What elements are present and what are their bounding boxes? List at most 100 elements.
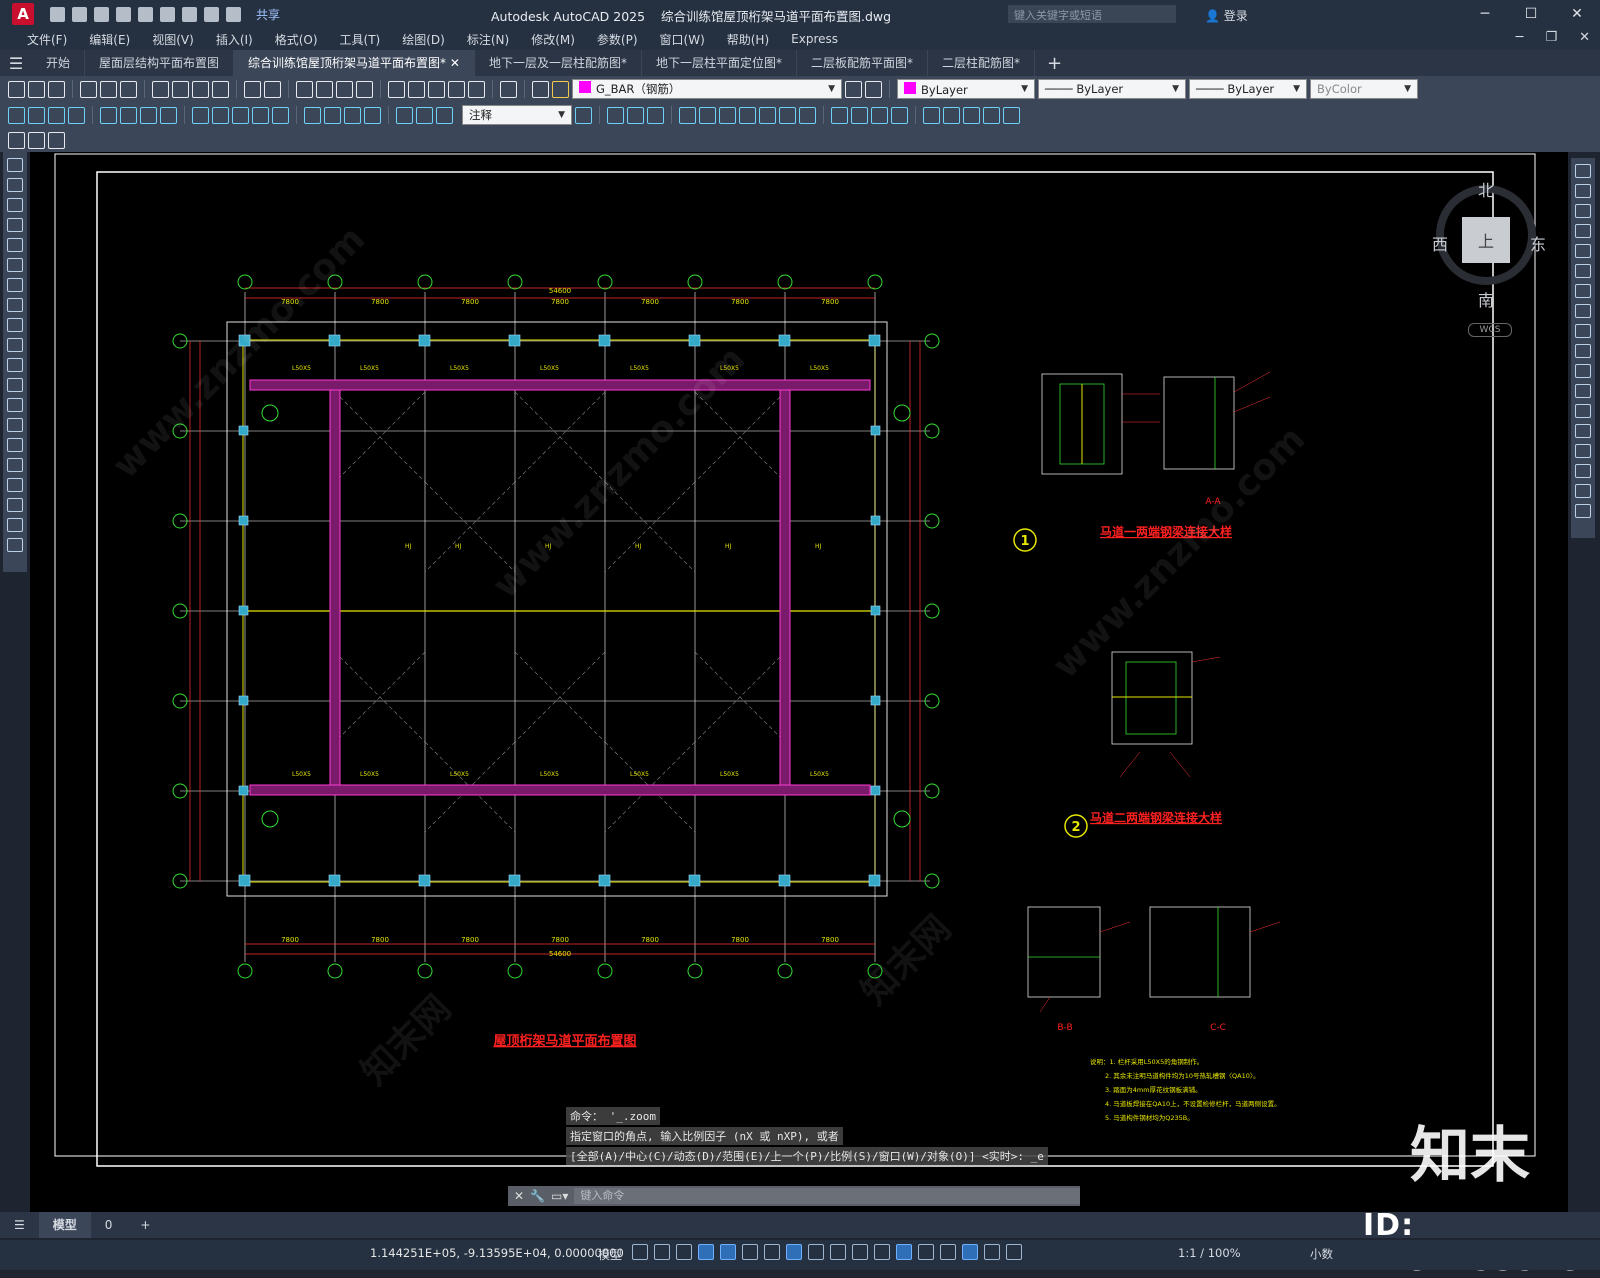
- close-icon[interactable]: ✕: [1554, 0, 1600, 28]
- tolerance-icon[interactable]: [304, 106, 321, 124]
- array-icon[interactable]: [1575, 244, 1591, 258]
- command-close-icon[interactable]: ✕: [514, 1189, 524, 1203]
- wcs-menu[interactable]: WCS: [1468, 323, 1512, 337]
- arc-icon[interactable]: [7, 258, 23, 272]
- plot-icon[interactable]: [80, 80, 97, 98]
- dim-text-edit-icon[interactable]: [416, 106, 433, 124]
- lineweight-icon[interactable]: [830, 1244, 846, 1260]
- zoom-realtime-icon[interactable]: [316, 80, 333, 98]
- menu-tools[interactable]: 工具(T): [329, 31, 392, 48]
- construction-line-icon[interactable]: [7, 178, 23, 192]
- compass-east[interactable]: 东: [1530, 231, 1546, 255]
- point-icon[interactable]: [7, 418, 23, 432]
- selection-cycling-icon[interactable]: [874, 1244, 890, 1260]
- 3d-osnap-icon[interactable]: [896, 1244, 912, 1260]
- search-input[interactable]: 键入关键字或短语: [1008, 5, 1176, 23]
- design-center-icon[interactable]: [408, 80, 425, 98]
- angular-icon[interactable]: [160, 106, 177, 124]
- trim-icon[interactable]: [779, 106, 796, 124]
- fillet-icon[interactable]: [891, 106, 908, 124]
- compass-west[interactable]: 西: [1432, 231, 1448, 255]
- undo-icon[interactable]: [204, 6, 219, 22]
- rectangle-icon[interactable]: [7, 238, 23, 252]
- menu-modify[interactable]: 修改(M): [520, 31, 586, 48]
- radius-icon[interactable]: [100, 106, 117, 124]
- dynamic-input-icon[interactable]: [698, 1244, 714, 1260]
- jogged-linear-icon[interactable]: [364, 106, 381, 124]
- open-icon[interactable]: [28, 80, 45, 98]
- tab-column-positioning[interactable]: 地下一层柱平面定位图*: [642, 50, 797, 76]
- array-icon[interactable]: [679, 106, 696, 124]
- tool-palettes-icon[interactable]: [428, 80, 445, 98]
- group-icon[interactable]: [943, 106, 960, 124]
- dim-break-icon[interactable]: [272, 106, 289, 124]
- chamfer-icon[interactable]: [1575, 444, 1591, 458]
- make-current-layer-icon[interactable]: [845, 80, 862, 98]
- continue-icon[interactable]: [232, 106, 249, 124]
- extend-icon[interactable]: [1575, 364, 1591, 378]
- fillet-icon[interactable]: [1575, 464, 1591, 478]
- new-icon[interactable]: [8, 80, 25, 98]
- menu-help[interactable]: 帮助(H): [716, 31, 780, 48]
- center-mark-icon[interactable]: [324, 106, 341, 124]
- dim-space-icon[interactable]: [252, 106, 269, 124]
- menu-edit[interactable]: 编辑(E): [78, 31, 141, 48]
- blend-icon[interactable]: [1575, 484, 1591, 498]
- publish-icon[interactable]: [120, 80, 137, 98]
- cut-icon[interactable]: [152, 80, 169, 98]
- menu-format[interactable]: 格式(O): [264, 31, 329, 48]
- revision-cloud-icon[interactable]: [7, 298, 23, 312]
- match-properties-icon[interactable]: [212, 80, 229, 98]
- mirror-icon[interactable]: [1575, 204, 1591, 218]
- auto-scale-icon[interactable]: [1006, 1244, 1022, 1260]
- dim-update-icon[interactable]: [436, 106, 453, 124]
- zoom-window-icon[interactable]: [336, 80, 353, 98]
- command-recent-icon[interactable]: ▭▾: [551, 1189, 568, 1203]
- insert-block-icon[interactable]: [28, 131, 45, 149]
- viewcube[interactable]: 上 北 南 东 西 WCS: [1426, 167, 1546, 337]
- menu-draw[interactable]: 绘图(D): [391, 31, 456, 48]
- erase-icon[interactable]: [1575, 164, 1591, 178]
- save-web-icon[interactable]: [160, 6, 175, 22]
- pan-icon[interactable]: [296, 80, 313, 98]
- break-at-point-icon[interactable]: [1575, 384, 1591, 398]
- polyline-icon[interactable]: [7, 198, 23, 212]
- lineweight-dropdown[interactable]: ──── ByLayer ▼: [1189, 79, 1307, 99]
- doc-close-icon[interactable]: ✕: [1579, 30, 1590, 45]
- isometric-icon[interactable]: [764, 1244, 780, 1260]
- drawing-canvas[interactable]: 7800 7800 7800 7800 7800 7800 7800 7800 7800 780…: [30, 152, 1568, 1212]
- grid-icon[interactable]: [632, 1244, 648, 1260]
- new-tab-button[interactable]: +: [1035, 53, 1074, 74]
- mirror-icon[interactable]: [627, 106, 644, 124]
- help-icon[interactable]: [500, 80, 517, 98]
- new-icon[interactable]: [50, 6, 65, 22]
- layer-previous-icon[interactable]: [865, 80, 882, 98]
- draworder-icon[interactable]: [983, 106, 1000, 124]
- undo-icon[interactable]: [244, 80, 261, 98]
- add-layout-button[interactable]: +: [126, 1218, 164, 1232]
- scale-icon[interactable]: [1575, 304, 1591, 318]
- paste-icon[interactable]: [192, 80, 209, 98]
- object-snap-tracking-icon[interactable]: [786, 1244, 802, 1260]
- menu-view[interactable]: 视图(V): [141, 31, 205, 48]
- snap-icon[interactable]: [654, 1244, 670, 1260]
- aligned-dim-icon[interactable]: [28, 106, 45, 124]
- linetype-dropdown[interactable]: ──── ByLayer ▼: [1038, 79, 1186, 99]
- properties-icon[interactable]: [388, 80, 405, 98]
- save-icon[interactable]: [94, 6, 109, 22]
- join-icon[interactable]: [1575, 424, 1591, 438]
- attribute-icon[interactable]: [48, 131, 65, 149]
- compass-north[interactable]: 北: [1478, 177, 1494, 201]
- minimize-icon[interactable]: ─: [1462, 0, 1508, 28]
- coordinates-readout[interactable]: 1.144251E+05, -9.13595E+04, 0.00000000: [370, 1246, 624, 1260]
- autocad-logo-icon[interactable]: A: [12, 3, 34, 25]
- layer-dropdown[interactable]: G_BAR（钢筋） ▼: [572, 79, 842, 99]
- break-icon[interactable]: [1575, 404, 1591, 418]
- tab-column-reinforcement[interactable]: 地下一层及一层柱配筋图*: [475, 50, 642, 76]
- explode-icon[interactable]: [1575, 504, 1591, 518]
- rotate-icon[interactable]: [1575, 284, 1591, 298]
- menu-hamburger-icon[interactable]: ☰: [0, 54, 32, 73]
- tab-start[interactable]: 开始: [32, 50, 86, 76]
- dim-style-icon[interactable]: [575, 106, 592, 124]
- offset-icon[interactable]: [1575, 224, 1591, 238]
